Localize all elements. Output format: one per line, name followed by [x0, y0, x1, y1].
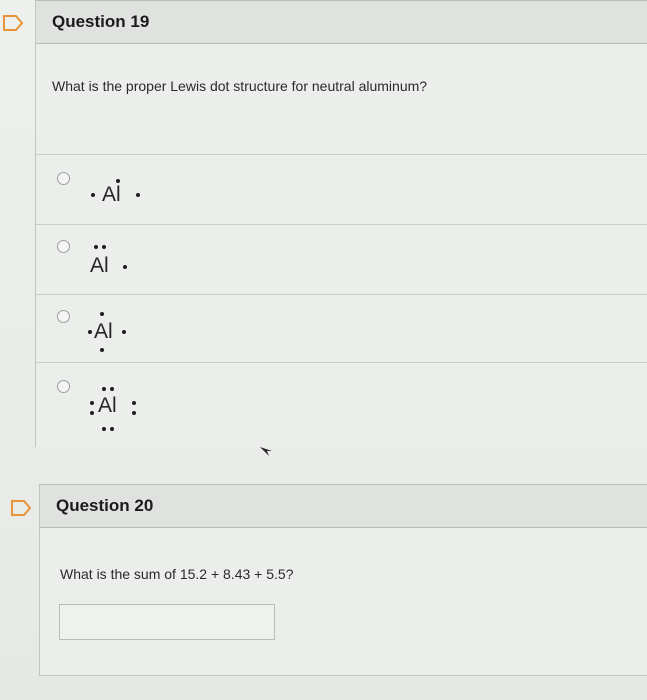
lewis-structure-2: Al — [88, 245, 168, 283]
lewis-structure-1: Al — [88, 179, 168, 209]
answer-input[interactable] — [59, 604, 275, 640]
question-20-prompt: What is the sum of 15.2 + 8.43 + 5.5? — [60, 566, 294, 582]
lewis-structure-4: Al — [88, 387, 168, 435]
question-20-card: Question 20 What is the sum of 15.2 + 8.… — [39, 484, 647, 676]
question-19-card: Question 19 What is the proper Lewis dot… — [35, 0, 647, 447]
element-symbol: Al — [94, 320, 113, 343]
lewis-structure-3: Al — [88, 312, 168, 356]
element-symbol: Al — [102, 183, 121, 206]
question-20-body: What is the sum of 15.2 + 8.43 + 5.5? — [40, 528, 647, 675]
question-20-title: Question 20 — [56, 496, 154, 515]
element-symbol: Al — [98, 394, 117, 417]
flag-question-icon[interactable] — [10, 499, 32, 517]
radio-button-option-2[interactable] — [57, 240, 70, 253]
question-19-body: What is the proper Lewis dot structure f… — [36, 44, 647, 447]
radio-button-option-3[interactable] — [57, 310, 70, 323]
question-19-title: Question 19 — [52, 12, 150, 31]
flag-question-icon[interactable] — [2, 14, 24, 32]
answer-option-1[interactable]: Al — [36, 154, 647, 225]
radio-button-option-4[interactable] — [57, 380, 70, 393]
question-20-header: Question 20 — [40, 485, 647, 528]
question-19-prompt: What is the proper Lewis dot structure f… — [52, 78, 428, 94]
answer-option-2[interactable]: Al — [36, 224, 647, 295]
answer-option-4[interactable]: Al — [36, 362, 647, 448]
quiz-page: Question 19 What is the proper Lewis dot… — [0, 0, 647, 700]
radio-button-option-1[interactable] — [57, 172, 70, 185]
element-symbol: Al — [90, 254, 109, 277]
mouse-pointer-icon — [260, 447, 272, 456]
answer-option-3[interactable]: Al — [36, 294, 647, 363]
question-19-header: Question 19 — [36, 1, 647, 44]
